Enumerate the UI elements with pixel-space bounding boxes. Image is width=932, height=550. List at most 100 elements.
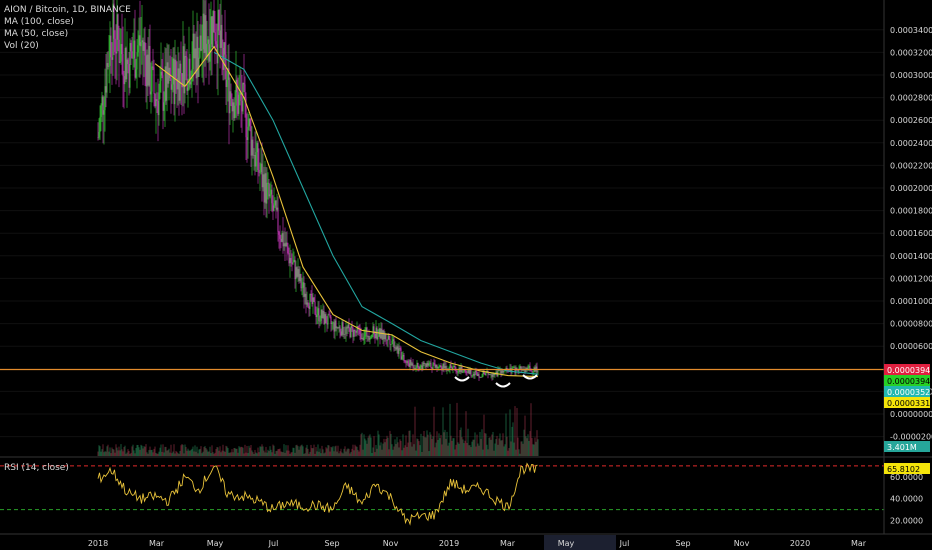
volume-bar (334, 446, 336, 456)
candle-body (303, 282, 305, 297)
volume-bar (403, 447, 405, 456)
candle-body (208, 39, 210, 62)
candle-body (243, 82, 245, 85)
volume-bar (409, 430, 411, 456)
volume-bar (383, 438, 385, 456)
volume-bar (238, 446, 240, 456)
volume-bar (521, 441, 523, 456)
candle-body (371, 334, 373, 338)
volume-bar (135, 447, 137, 456)
price-tick-label: 0.0002600 (890, 116, 932, 125)
candle-body (306, 302, 308, 305)
candle-body (353, 329, 355, 337)
candle-body (293, 259, 295, 262)
volume-bar (281, 451, 283, 456)
ma100-legend: MA (100, close) (4, 17, 74, 27)
candle-body (107, 63, 109, 67)
price-tick-label: 0.0002400 (890, 139, 932, 148)
volume-bar (215, 449, 217, 456)
candle-body (181, 73, 183, 88)
volume-bar (367, 437, 369, 456)
rsi-legend[interactable]: RSI (14, close) (4, 462, 69, 474)
price-tick-label: 0.0001600 (890, 229, 932, 238)
time-tick-label: Sep (675, 539, 690, 548)
volume-bar (316, 451, 318, 456)
candle-body (430, 362, 432, 369)
volume-bar (198, 449, 200, 456)
volume-bar (290, 452, 292, 456)
volume-bar (219, 446, 221, 456)
candle-body (137, 45, 139, 53)
candle-body (210, 16, 212, 45)
candle-body (420, 365, 422, 367)
volume-bar (398, 447, 400, 456)
volume-bar (114, 452, 116, 456)
price-tag-ma50: 0.0000331 (887, 399, 930, 408)
candle-body (255, 152, 257, 167)
volume-bar (488, 437, 490, 456)
rsi-axis[interactable]: 60.0000 40.0000 20.0000 (890, 473, 923, 526)
candle-body (126, 59, 128, 80)
candle-body (361, 338, 363, 340)
candle-body (166, 62, 168, 101)
candle-body (412, 363, 414, 368)
volume-bar (116, 447, 118, 456)
volume-bar (232, 452, 234, 456)
volume-bar (192, 446, 194, 456)
candle-body (436, 364, 438, 369)
candle-body (383, 330, 385, 340)
volume-bar (276, 450, 278, 456)
volume-bar (514, 406, 516, 456)
volume-bar (146, 452, 148, 456)
candle-body (389, 339, 391, 345)
candle-body (495, 371, 497, 373)
candle-body (207, 39, 209, 44)
volume-bar (406, 446, 408, 456)
volume-bar (434, 447, 436, 456)
volume-bar (141, 445, 143, 456)
candle-body (155, 99, 157, 107)
volume-bar (173, 444, 175, 456)
volume-bar (179, 450, 181, 456)
candle-body (281, 233, 283, 242)
volume-bar (147, 453, 149, 456)
volume-bar (465, 411, 467, 456)
candle-body (285, 242, 287, 247)
volume-bar (222, 444, 224, 456)
volume-bar (163, 452, 165, 456)
ma50-legend: MA (50, close) (4, 29, 69, 39)
volume-bar (170, 444, 172, 456)
volume-bar (500, 440, 502, 456)
volume-bar (343, 448, 345, 456)
candle-body (319, 320, 321, 322)
volume-bar (531, 438, 533, 456)
volume-bar (278, 449, 280, 456)
volume-bar (237, 452, 239, 456)
volume-bar (304, 453, 306, 456)
candle-body (158, 92, 160, 116)
volume-bar (530, 403, 532, 456)
candle-body (313, 297, 315, 302)
volume-bar (109, 447, 111, 456)
volume-bar (397, 442, 399, 456)
candle-body (382, 330, 384, 340)
candle-body (221, 24, 223, 48)
volume-bar (122, 451, 124, 456)
candle-body (182, 46, 184, 88)
candle-body (470, 369, 472, 376)
candle-body (226, 79, 228, 88)
candle-body (368, 335, 370, 340)
candle-body (391, 340, 393, 345)
candle-body (342, 322, 344, 335)
price-tick-label: 0.0002000 (890, 184, 932, 193)
volume-bar (301, 444, 303, 456)
candle-body (366, 327, 368, 337)
candle-body (435, 364, 437, 368)
volume-bar (200, 446, 202, 456)
chart-canvas[interactable]: 0.0003400 0.0003200 0.0003000 0.0002800 0.00… (0, 0, 932, 550)
chart-legend[interactable]: AION / Bitcoin, 1D, BINANCE MA (100, clo… (4, 4, 131, 52)
price-tick-label: 0.0000600 (890, 342, 932, 351)
candle-body (390, 344, 392, 345)
volume-bar (234, 447, 236, 456)
volume-bar (395, 444, 397, 456)
